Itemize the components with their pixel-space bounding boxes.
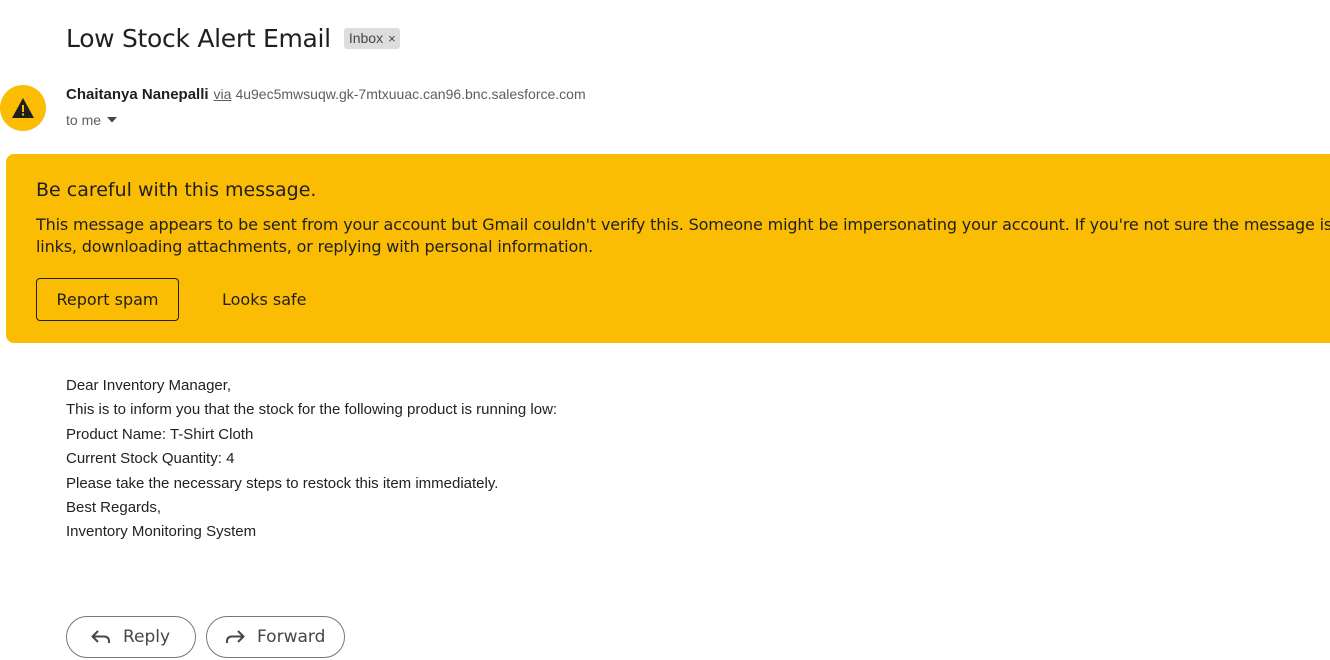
reply-label: Reply [123, 627, 171, 647]
remove-label-icon[interactable]: × [388, 31, 396, 46]
body-line: Product Name: T-Shirt Cloth [66, 425, 254, 443]
warning-body: This message appears to be sent from you… [36, 214, 1330, 258]
email-subject-row: Low Stock Alert Email Inbox × [66, 24, 400, 53]
body-line: This is to inform you that the stock for… [66, 401, 558, 419]
report-spam-button[interactable]: Report spam [36, 278, 179, 321]
email-body: Dear Inventory Manager, This is to infor… [66, 374, 557, 545]
forward-label: Forward [257, 627, 326, 647]
sender-name[interactable]: Chaitanya Nanepalli [66, 86, 209, 103]
caret-down-icon [107, 117, 118, 123]
reply-button[interactable]: Reply [66, 616, 196, 658]
body-line: Dear Inventory Manager, [66, 377, 232, 394]
reply-arrow-icon [91, 630, 110, 643]
email-subject: Low Stock Alert Email [66, 24, 331, 53]
forward-button[interactable]: Forward [206, 616, 345, 658]
body-line: Please take the necessary steps to resto… [66, 474, 499, 492]
looks-safe-button[interactable]: Looks safe [210, 278, 319, 321]
body-line: Inventory Monitoring System [66, 523, 257, 541]
warning-line-2: links, downloading attachments, or reply… [36, 237, 594, 256]
sender-avatar[interactable] [0, 85, 46, 131]
warning-triangle-icon [12, 98, 34, 118]
warning-line-1: This message appears to be sent from you… [36, 215, 1330, 234]
forward-arrow-icon [226, 630, 245, 643]
inbox-label-text: Inbox [348, 30, 384, 46]
sender-domain: 4u9ec5mwsuqw.gk-7mtxuuac.can96.bnc.sales… [235, 86, 586, 102]
sender-line: Chaitanya Nanepalli via 4u9ec5mwsuqw.gk-… [66, 86, 586, 103]
inbox-label-chip[interactable]: Inbox × [343, 28, 400, 49]
recipient-text: to me [66, 112, 102, 128]
warning-banner: Be careful with this message. This messa… [6, 154, 1330, 343]
via-link[interactable]: via [214, 86, 232, 102]
warning-title: Be careful with this message. [36, 179, 317, 201]
body-line: Current Stock Quantity: 4 [66, 450, 235, 468]
recipient-details-toggle[interactable]: to me [66, 112, 118, 128]
body-line: Best Regards, [66, 499, 162, 517]
